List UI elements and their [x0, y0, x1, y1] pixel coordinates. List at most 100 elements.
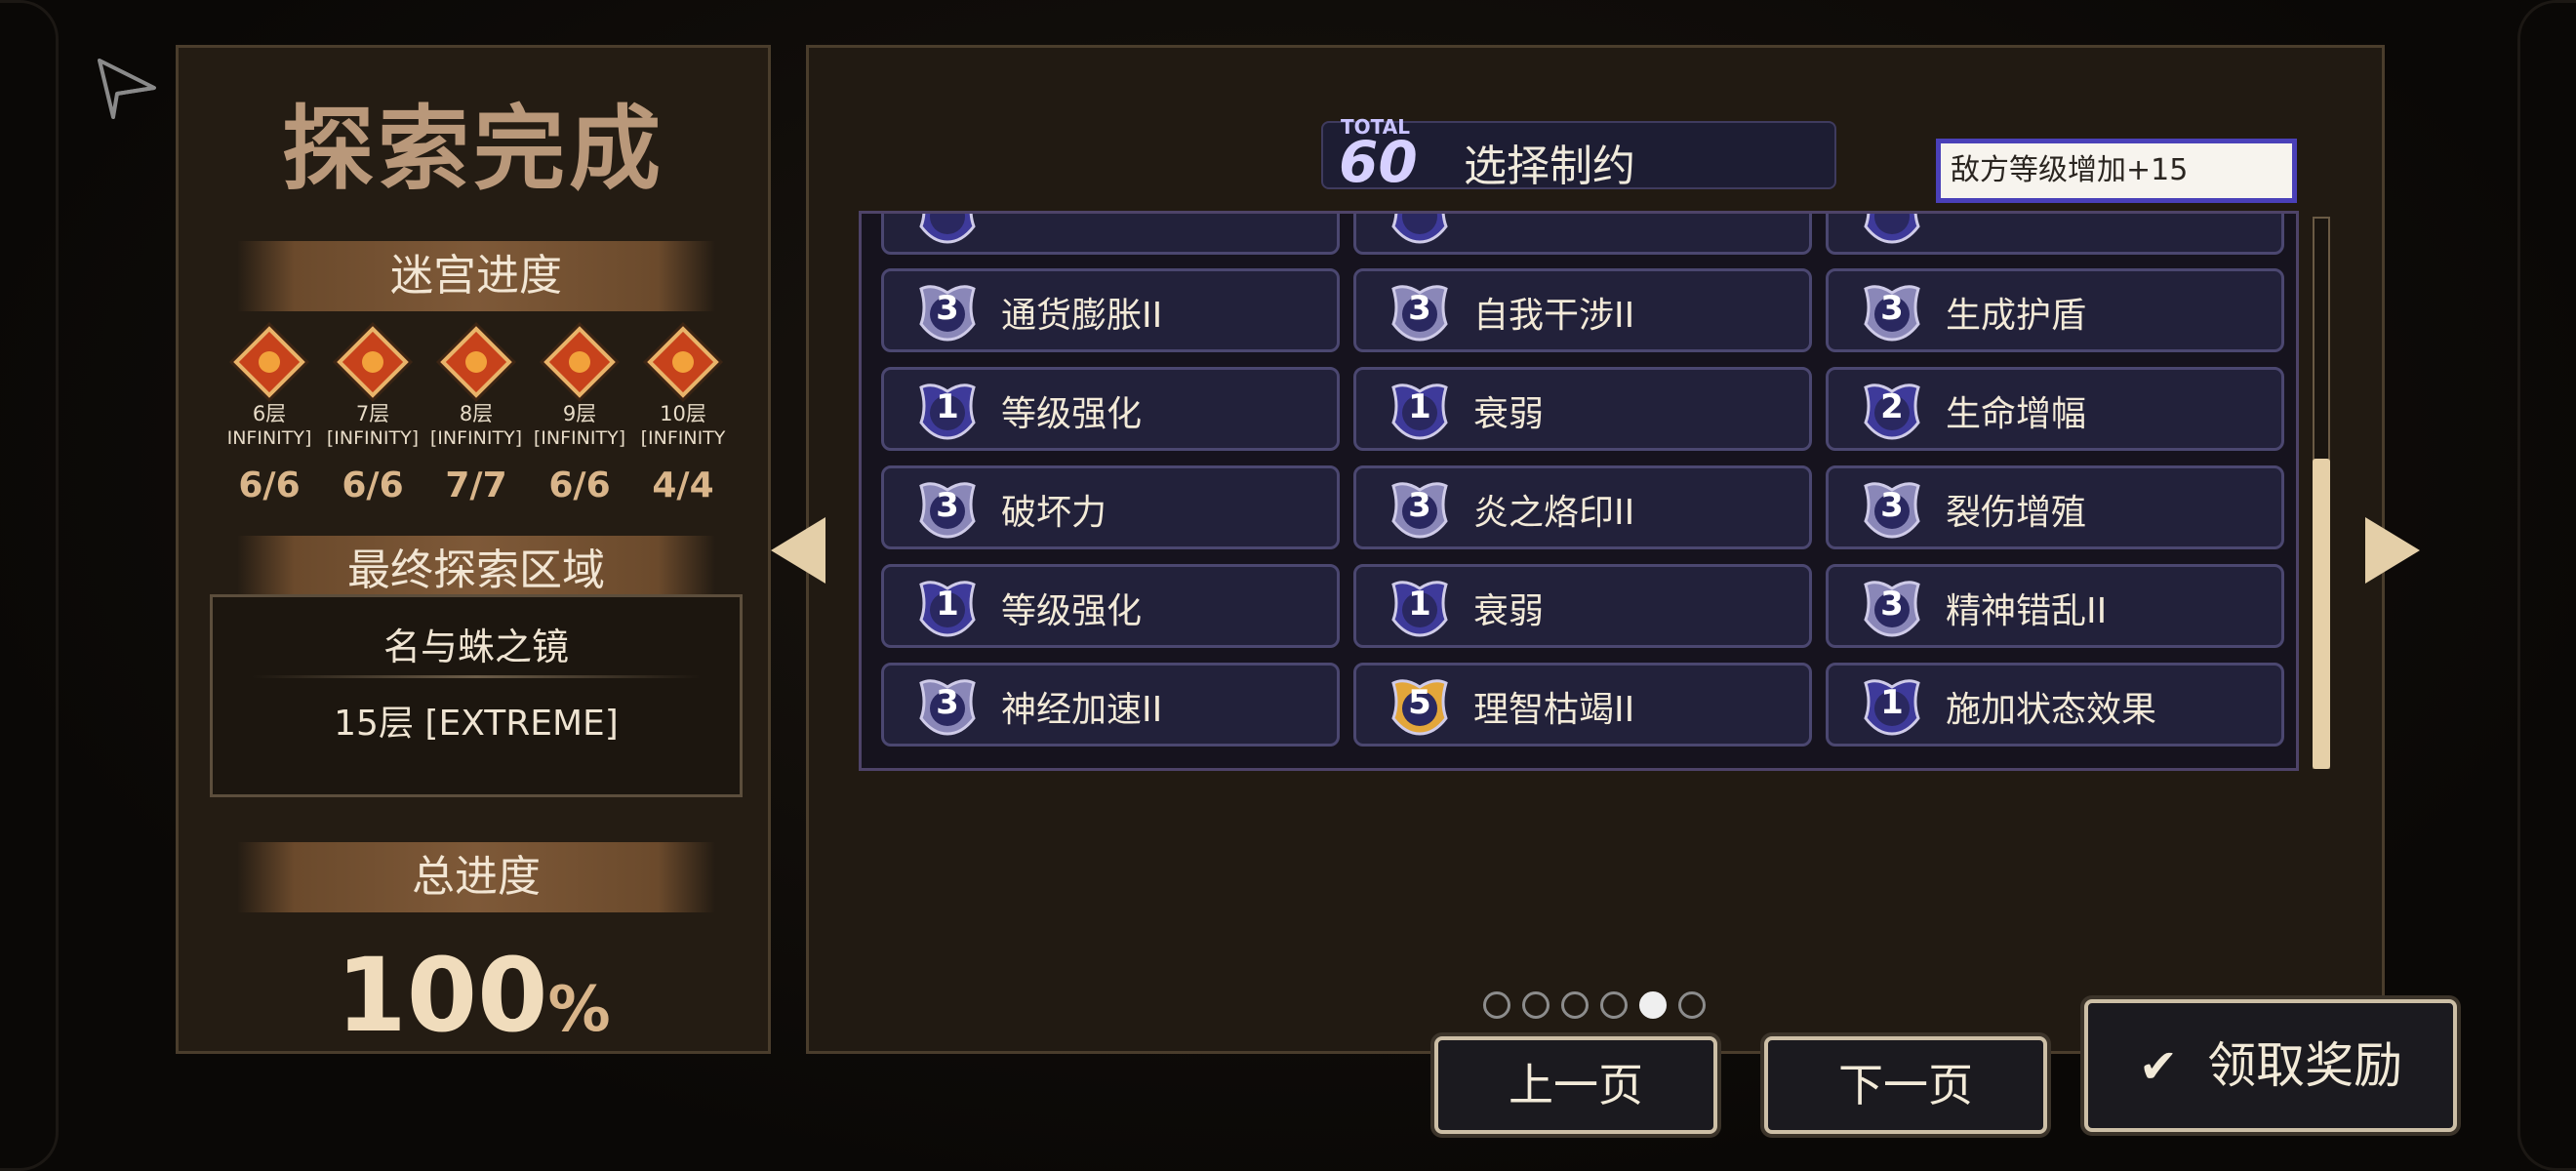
- total-value: 60: [1339, 129, 1418, 195]
- restriction-label: 生成护盾: [1946, 296, 2087, 336]
- restriction-label: 衰弱: [1473, 394, 1545, 434]
- claim-label: 领取奖励: [2207, 1037, 2403, 1094]
- total-progress-banner: 总进度: [237, 842, 715, 912]
- page-dot[interactable]: [1483, 991, 1510, 1019]
- restriction-level: 5: [1408, 683, 1431, 722]
- restriction-label: 理智枯竭II: [1473, 690, 1635, 730]
- pagination-dots: [1483, 991, 1706, 1019]
- restriction-label: 破坏力: [1001, 493, 1107, 533]
- restriction-cell[interactable]: 3 生成护盾: [1826, 268, 2284, 352]
- restriction-cell[interactable]: 3 裂伤增殖: [1826, 465, 2284, 549]
- floor-name: 8层: [459, 402, 494, 425]
- restriction-label: 炎之烙印II: [1473, 493, 1635, 533]
- restriction-cell[interactable]: 1 等级强化: [881, 367, 1340, 451]
- prev-arrow-icon[interactable]: [771, 517, 825, 584]
- floor-mode: INFINITY]: [226, 427, 312, 449]
- restriction-label: 裂伤增殖: [1946, 493, 2087, 533]
- restriction-badge-icon: [1864, 214, 1920, 244]
- floor-count: 6/6: [238, 465, 301, 505]
- floor-diamond-icon: [440, 326, 512, 398]
- restriction-level: 3: [1408, 486, 1431, 525]
- restriction-label: 等级强化: [1001, 394, 1143, 434]
- right-frame-decoration: [2517, 0, 2576, 1171]
- restriction-cell[interactable]: 3 自我干涉II: [1353, 268, 1812, 352]
- floor-item: 8层 [INFINITY] 7/7: [424, 326, 528, 505]
- floor-diamond-icon: [647, 326, 719, 398]
- next-page-button[interactable]: 下一页: [1764, 1036, 2047, 1134]
- final-region-box: 名与蛛之镜 15层 [EXTREME]: [210, 594, 743, 797]
- restriction-level: 2: [1880, 387, 1904, 426]
- total-progress-value: 100%: [179, 936, 768, 1055]
- restriction-cell-partial[interactable]: [881, 214, 1340, 255]
- restriction-cell[interactable]: 1 等级强化: [881, 564, 1340, 648]
- checkmark-icon: ✔: [2138, 1039, 2179, 1094]
- restriction-label: 自我干涉II: [1473, 296, 1635, 336]
- restriction-label: 通货膨胀II: [1001, 296, 1163, 336]
- restriction-cell[interactable]: 2 生命增幅: [1826, 367, 2284, 451]
- floor-count: 7/7: [445, 465, 507, 505]
- floor-mode: [INFINITY]: [429, 427, 523, 449]
- page-dot[interactable]: [1678, 991, 1706, 1019]
- restriction-level: 1: [936, 387, 959, 426]
- restriction-label: 衰弱: [1473, 591, 1545, 631]
- floor-diamond-icon: [337, 326, 409, 398]
- restriction-cell[interactable]: 3 炎之烙印II: [1353, 465, 1812, 549]
- page-dot[interactable]: [1522, 991, 1550, 1019]
- scrollbar-thumb[interactable]: [2313, 459, 2330, 769]
- page-dot[interactable]: [1639, 991, 1667, 1019]
- labyrinth-progress-banner: 迷宫进度: [237, 241, 715, 311]
- floor-diamond-icon: [543, 326, 616, 398]
- restriction-level: 3: [936, 683, 959, 722]
- divider: [252, 675, 701, 678]
- restriction-badge-icon: [1391, 214, 1448, 244]
- page-title: 探索完成: [281, 97, 664, 203]
- total-progress-number: 100: [336, 936, 548, 1055]
- claim-reward-button[interactable]: ✔ 领取奖励: [2084, 999, 2457, 1132]
- prev-page-button[interactable]: 上一页: [1434, 1036, 1717, 1134]
- floor-item: 7层 [INFINITY] 6/6: [321, 326, 424, 505]
- left-frame-decoration: [0, 0, 59, 1171]
- floor-mode: [INFINITY]: [326, 427, 420, 449]
- restriction-level: 3: [1880, 486, 1904, 525]
- restriction-level: 1: [1880, 683, 1904, 722]
- restriction-cell[interactable]: 1 施加状态效果: [1826, 663, 2284, 747]
- region-name: 名与蛛之镜: [382, 626, 569, 668]
- floor-count: 6/6: [342, 465, 404, 505]
- restriction-cell[interactable]: 1 衰弱: [1353, 367, 1812, 451]
- restriction-level: 3: [1880, 289, 1904, 328]
- restriction-cell[interactable]: 3 通货膨胀II: [881, 268, 1340, 352]
- restriction-badge-icon: [919, 214, 976, 244]
- restriction-level: 1: [1408, 585, 1431, 624]
- floor-name: 7层: [355, 402, 390, 425]
- restriction-title: 选择制约: [1464, 141, 1635, 191]
- percent-sign: %: [547, 974, 611, 1046]
- restriction-cell[interactable]: 3 神经加速II: [881, 663, 1340, 747]
- floor-item: 9层 [INFINITY] 6/6: [528, 326, 631, 505]
- floor-mode: [INFINITY]: [533, 427, 626, 449]
- restriction-level: 1: [936, 585, 959, 624]
- restriction-label: 神经加速II: [1001, 690, 1163, 730]
- restriction-level: 1: [1408, 387, 1431, 426]
- exploration-summary-panel: 探索完成 迷宫进度 6层 INFINITY] 6/6 7层 [INFINITY] 6/6 8…: [176, 45, 771, 1055]
- floor-mode: [INFINITY: [640, 427, 726, 449]
- next-arrow-icon[interactable]: [2365, 517, 2420, 584]
- restriction-cell-partial[interactable]: [1826, 214, 2284, 255]
- restriction-label: 生命增幅: [1946, 394, 2087, 434]
- floor-item: 6层 INFINITY] 6/6: [218, 326, 321, 505]
- floor-name: 6层: [252, 402, 287, 425]
- restriction-cell-partial[interactable]: [1353, 214, 1812, 255]
- restriction-level: 3: [936, 289, 959, 328]
- page-dot[interactable]: [1561, 991, 1589, 1019]
- restriction-cell[interactable]: 1 衰弱: [1353, 564, 1812, 648]
- page-dot[interactable]: [1600, 991, 1628, 1019]
- share-icon[interactable]: [94, 55, 162, 123]
- restriction-cell[interactable]: 3 精神错乱II: [1826, 564, 2284, 648]
- restriction-label: 精神错乱II: [1946, 591, 2108, 631]
- restriction-cell[interactable]: 3 破坏力: [881, 465, 1340, 549]
- restriction-cell[interactable]: 5 理智枯竭II: [1353, 663, 1812, 747]
- floor-name: 9层: [562, 402, 597, 425]
- floor-list: 6层 INFINITY] 6/6 7层 [INFINITY] 6/6 8层 [INFINITY…: [218, 326, 735, 505]
- region-level: 15层 [EXTREME]: [334, 704, 619, 744]
- restriction-level: 3: [1880, 585, 1904, 624]
- floor-diamond-icon: [233, 326, 305, 398]
